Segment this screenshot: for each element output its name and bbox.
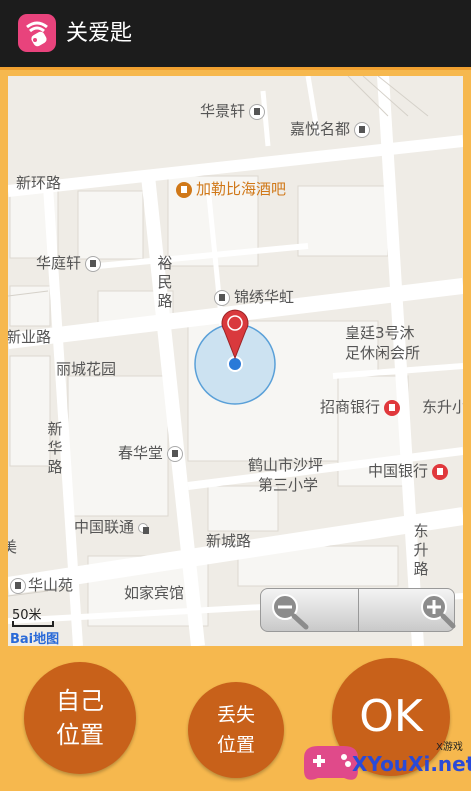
lost-location-button[interactable]: 丢失 位置: [188, 682, 284, 778]
watermark-small: X游戏: [436, 742, 463, 753]
building-icon: [249, 103, 266, 120]
bar-icon: [176, 181, 192, 198]
zoom-control: [260, 588, 456, 632]
label-jiayuemingdu: 嘉悦名都: [290, 120, 371, 138]
label-dongshenglu: 东升路: [413, 522, 429, 578]
label-xinyelu: 新业路: [8, 328, 52, 346]
app-logo-icon: [18, 14, 56, 52]
building-icon: [354, 121, 371, 138]
building-icon: [10, 577, 26, 594]
label-zhongguoyinhang: 中国银行: [368, 462, 449, 480]
label-huashanyuan: 华山苑: [10, 576, 73, 594]
label-xinhualu: 新华路: [47, 420, 63, 476]
app-title: 关爱匙: [66, 21, 133, 46]
my-location-label-2: 位置: [56, 721, 104, 749]
label-chunhuatang: 春华堂: [118, 444, 184, 462]
zoom-in-button[interactable]: [358, 589, 456, 631]
zoom-out-icon: [272, 594, 309, 630]
label-jialebi: 加勒比海酒吧: [176, 180, 286, 198]
watermark-text: XYouXi.net: [352, 752, 471, 776]
point-icon: [138, 522, 150, 534]
label-heshan2: 第三小学: [258, 476, 319, 494]
lost-location-label-2: 位置: [216, 734, 255, 756]
label-rujia: 如家宾馆: [124, 584, 185, 602]
zoom-out-button[interactable]: [261, 589, 358, 631]
baidu-logo: Bai地图: [10, 632, 60, 646]
building-icon: [214, 289, 230, 306]
my-location-button[interactable]: 自己 位置: [24, 662, 136, 774]
bank-icon: [432, 463, 449, 480]
map-scale-bar: [12, 621, 54, 627]
lost-location-label-1: 丢失: [216, 704, 255, 726]
label-yuminlu: 裕民路: [157, 254, 173, 310]
bank-icon: [384, 399, 401, 416]
shop-icon: [167, 445, 184, 462]
label-xinchenglu: 新城路: [206, 532, 252, 550]
label-partial: 美: [8, 538, 18, 556]
label-lichenghuayuan: 丽城花园: [56, 360, 117, 378]
label-huatingxuan: 华庭轩: [36, 254, 102, 272]
zoom-in-icon: [421, 594, 456, 629]
label-jinxiuhuahong: 锦绣华虹: [214, 288, 294, 306]
my-location-label-1: 自己: [56, 687, 104, 715]
label-zhongguoliantong: 中国联通: [74, 518, 150, 536]
label-huangting2: 足休闲会所: [345, 344, 421, 362]
label-xinhuanlu: 新环路: [16, 174, 62, 192]
label-zhaoshang: 招商银行: [320, 398, 401, 416]
app-bar: 关爱匙: [0, 0, 471, 70]
label-heshan1: 鹤山市沙坪: [248, 456, 324, 474]
label-huangting: 皇廷3号沐: [345, 324, 415, 342]
map-view[interactable]: 华景轩 嘉悦名都 新环路 加勒比海酒吧 华庭轩 裕民路 锦绣华虹 新业路 皇廷3…: [8, 76, 463, 646]
label-huajingxuan: 华景轩: [200, 102, 266, 120]
building-icon: [85, 255, 102, 272]
label-dongsheng-short: 东升小: [422, 398, 463, 416]
